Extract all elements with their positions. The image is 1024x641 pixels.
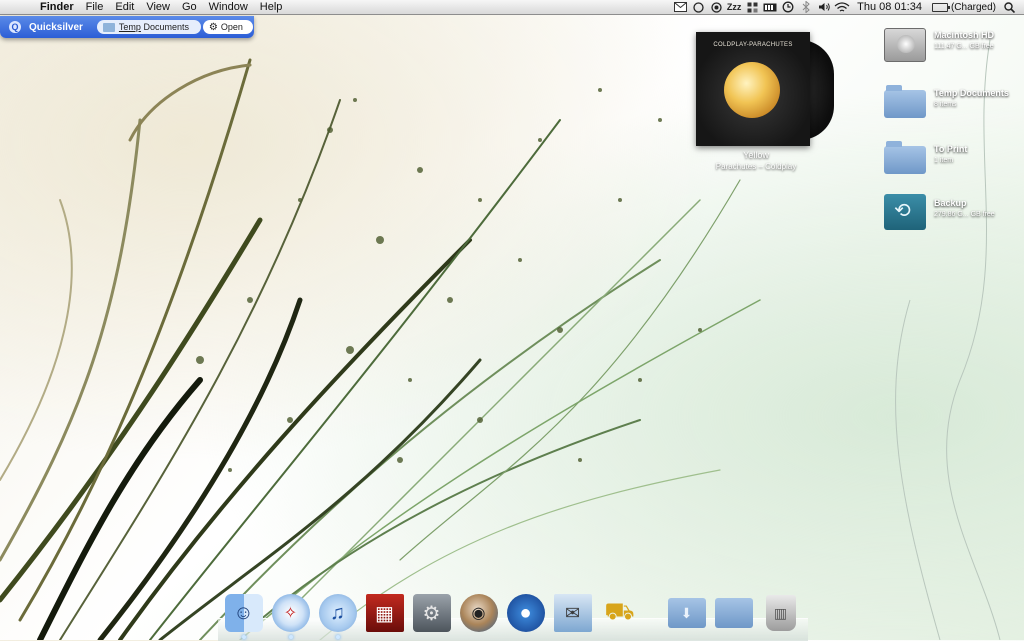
menu-bar: Finder File Edit View Go Window Help Zzz [0,0,1024,15]
dock-item-mail[interactable]: ✉ [552,592,594,634]
track-title: Yellow [743,150,769,160]
menu-app-finder[interactable]: Finder [34,0,80,15]
track-album-artist: Parachutes – Coldplay [715,162,797,171]
desktop-icon-name: Macintosh HD [934,30,995,40]
target-icon[interactable] [707,0,725,15]
dock-item-finder[interactable]: ☺ [223,592,265,639]
wallpaper-grass [0,39,1001,640]
quicksilver-bar: Q Quicksilver Temp Documents ⚙ Open [0,16,254,38]
desktop-icon-name: Temp Documents [934,88,1009,98]
desktop-icon-name: To Print [934,144,968,154]
finder-icon: ☺ [224,594,263,632]
trash-icon: ▥ [765,595,796,631]
desktop-icon-info: 111.47 G... GB free [934,43,994,50]
battery-icon [931,2,950,12]
dock-item-system-preferences[interactable]: ⚙ [411,592,453,634]
mail-icon[interactable] [671,0,689,15]
dock-stack-documents[interactable] [713,592,755,634]
quicksilver-action-field[interactable]: ⚙ Open [202,20,253,34]
dock-item-transmit[interactable]: ⛟ [599,592,641,634]
downloads-folder-icon: ⬇ [667,598,706,628]
folder-icon [884,85,926,118]
camino-icon: ◉ [459,594,498,632]
time-machine-icon[interactable] [779,0,797,15]
folder-icon [884,141,926,174]
dock-stack-downloads[interactable]: ⬇ [666,592,708,634]
sleep-icon[interactable]: Zzz [725,0,743,15]
volume-icon[interactable] [815,0,833,15]
adium-duck-icon: ● [506,594,545,632]
gear-icon: ⚙ [208,21,218,33]
menu-extra-icon[interactable] [743,0,761,15]
menu-edit[interactable]: Edit [109,0,140,15]
quicksilver-object-label: Temp Documents [118,22,189,32]
running-indicator [335,635,340,639]
desktop-icon-info: 8 items [934,101,957,108]
quicksilver-title: Quicksilver [29,21,83,33]
album-artwork[interactable]: COLDPLAY-PARACHUTES [696,32,810,146]
circle-icon[interactable] [689,0,707,15]
folder-icon [102,22,115,32]
dock-item-safari[interactable]: ✧ [270,592,312,639]
documents-folder-icon [714,598,753,628]
quicksilver-object-field[interactable]: Temp Documents [96,20,201,34]
dock-item-adium[interactable]: ● [505,592,547,634]
menu-file[interactable]: File [80,0,110,15]
battery-status[interactable]: (Charged) [928,2,1000,13]
album-cover-text: COLDPLAY-PARACHUTES [713,42,793,48]
running-indicator [288,635,293,639]
dock-item-trash[interactable]: ▥ [760,592,802,634]
wifi-icon[interactable] [833,0,851,15]
transmit-truck-icon: ⛟ [604,598,635,625]
desktop-icon-name: Backup [934,198,967,208]
dock-item-camino[interactable]: ◉ [458,592,500,634]
bluetooth-icon[interactable] [797,0,815,15]
quicksilver-action-label: Open [220,22,243,32]
front-row-icon: ▦ [365,594,404,632]
mail-stamp-icon: ✉ [553,594,592,632]
hard-drive-icon [884,28,926,62]
time-machine-drive-icon [884,194,926,230]
spotlight-search-icon[interactable] [1000,0,1018,15]
safari-icon: ✧ [271,594,310,632]
quicksilver-logo-icon: Q [9,21,21,33]
menu-help[interactable]: Help [254,0,289,15]
desktop-icon-info: 1 item [934,157,954,164]
menu-view[interactable]: View [140,0,176,15]
album-planet-image [724,62,780,118]
dock-item-front-row[interactable]: ▦ [364,592,406,634]
gear-icon: ⚙ [412,594,451,632]
battery-label: (Charged) [950,1,996,13]
itunes-icon: ♫ [318,594,357,632]
battery-bar-icon[interactable] [761,0,779,15]
menu-clock[interactable]: Thu 08 01:34 [851,1,928,13]
now-playing-label: Yellow Parachutes – Coldplay [696,150,816,172]
dock: ☺ ✧ ♫ ▦ ⚙ ◉ ● ✉ ⛟ ⬇ ▥ [220,586,804,639]
desktop-icon-info: 279.86 G... GB free [934,211,995,218]
menu-window[interactable]: Window [203,0,254,15]
dock-item-itunes[interactable]: ♫ [317,592,359,639]
menu-go[interactable]: Go [176,0,203,15]
running-indicator [241,635,246,639]
